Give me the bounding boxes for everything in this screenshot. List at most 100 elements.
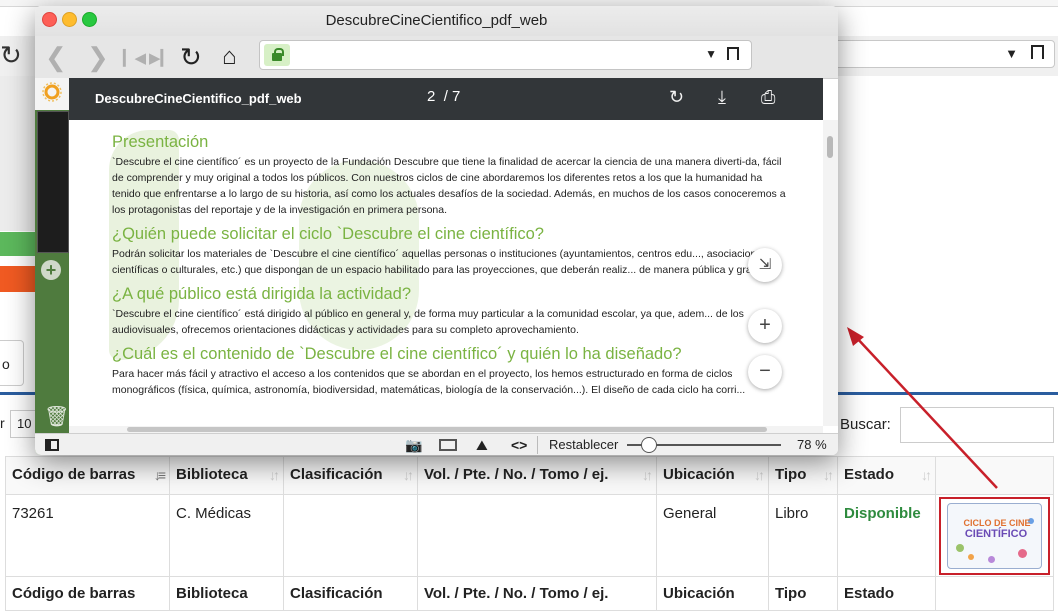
section-paragraph: `Descubre el cine científico´ es un proy…: [112, 156, 786, 216]
window-navbar: ❮ ❯ ▎◀ ▶▎ ↻ ⌂ ▼: [35, 36, 838, 79]
footer-library: Biblioteca: [169, 576, 284, 611]
background-panel: [0, 76, 37, 231]
back-icon[interactable]: ❮: [45, 42, 67, 73]
print-icon[interactable]: ⎙: [761, 87, 775, 108]
download-icon[interactable]: ⤓: [718, 87, 726, 108]
zoom-slider[interactable]: [627, 437, 781, 453]
zoom-percent: 78 %: [797, 437, 827, 452]
window-title: DescubreCineCientifico_pdf_web: [325, 12, 548, 29]
section-heading: ¿A qué público está dirigida la activida…: [112, 285, 412, 303]
cell-barcode: 73261: [5, 494, 170, 577]
sort-icon[interactable]: ↓↑: [823, 467, 834, 483]
column-header-library[interactable]: Biblioteca ↓↑: [169, 456, 284, 495]
code-icon[interactable]: <>: [511, 437, 527, 453]
page-thumbnail[interactable]: [37, 111, 69, 253]
last-page-icon[interactable]: ▶▎: [149, 49, 172, 67]
table-row: 73261 C. Médicas General Libro Disponibl…: [5, 494, 1054, 577]
page-current-input[interactable]: 2: [427, 88, 435, 105]
sort-icon[interactable]: ↓↑: [403, 467, 414, 483]
cover-dot: [1018, 549, 1027, 558]
trash-icon[interactable]: 🗑: [44, 404, 69, 429]
zoom-slider-knob[interactable]: [641, 437, 657, 453]
reload-icon[interactable]: ↻: [0, 40, 22, 71]
scrollbar-thumb[interactable]: [127, 427, 767, 432]
pdf-filename: DescubreCineCientifico_pdf_web: [95, 91, 302, 106]
section-heading: ¿Quién puede solicitar el ciclo `Descubr…: [112, 225, 544, 243]
fit-page-button[interactable]: ⇲: [748, 248, 782, 282]
column-header-type[interactable]: Tipo ↓↑: [768, 456, 838, 495]
green-button[interactable]: [0, 232, 36, 256]
cell-status: Disponible: [837, 494, 936, 577]
footer-cover: [935, 576, 1054, 611]
cell-classification: [283, 494, 418, 577]
bookmark-icon[interactable]: [727, 47, 739, 60]
zoom-in-button[interactable]: +: [748, 309, 782, 343]
sidebar-logo: [35, 78, 69, 110]
forward-icon[interactable]: ❯: [87, 42, 109, 73]
column-header-cover: [935, 456, 1054, 495]
column-header-volume[interactable]: Vol. / Pte. / No. / Tomo / ej. ↓↑: [417, 456, 657, 495]
footer-barcode: Código de barras: [5, 576, 170, 611]
scrollbar-thumb[interactable]: [827, 136, 833, 158]
search-input[interactable]: [900, 407, 1054, 443]
add-icon[interactable]: +: [41, 260, 61, 280]
lock-icon: [264, 44, 290, 66]
window-titlebar: DescubreCineCientifico_pdf_web: [35, 6, 838, 36]
dropdown-icon[interactable]: ▼: [1005, 46, 1018, 61]
dropdown-icon[interactable]: ▼: [705, 47, 717, 61]
tab-label: o: [2, 356, 10, 372]
cell-type: Libro: [768, 494, 838, 577]
orange-button[interactable]: [0, 266, 36, 292]
arrow-head: [847, 327, 864, 346]
column-header-status[interactable]: Estado ↓↑: [837, 456, 936, 495]
holdings-table: Código de barras ↓≡ Biblioteca ↓↑ Clasific…: [5, 456, 1054, 611]
pdf-page-view[interactable]: Presentación `Descubre el cine científic…: [69, 120, 823, 426]
column-header-classification[interactable]: Clasificación ↓↑: [283, 456, 418, 495]
search-label: Buscar:: [840, 416, 891, 433]
pdf-sidebar: + 🗑: [35, 78, 69, 455]
page-total: / 7: [443, 88, 461, 105]
sun-icon: [42, 82, 62, 102]
sort-icon[interactable]: ↓↑: [754, 467, 765, 483]
column-header-barcode[interactable]: Código de barras ↓≡: [5, 456, 170, 495]
horizontal-scrollbar[interactable]: [69, 426, 823, 433]
cover-dot: [956, 544, 964, 552]
viewer-bottom-bar: 📷 ⛰ <> Restablecer 78 %: [35, 433, 838, 455]
background-tab[interactable]: o: [0, 340, 24, 386]
camera-icon[interactable]: 📷: [405, 437, 422, 454]
pdf-text: Presentación `Descubre el cine científic…: [112, 132, 792, 404]
footer-status: Estado: [837, 576, 936, 611]
footer-type: Tipo: [768, 576, 838, 611]
reload-icon[interactable]: ↻: [180, 42, 202, 73]
image-icon[interactable]: ⛰: [476, 437, 488, 454]
section-paragraph: Podrán solicitar los materiales de `Desc…: [112, 248, 775, 276]
bookmark-icon[interactable]: [1031, 45, 1044, 59]
page-view-icon[interactable]: [439, 439, 457, 451]
sidebar-toggle-icon[interactable]: [45, 439, 59, 451]
cover-dot: [988, 556, 995, 563]
footer-location: Ubicación: [656, 576, 769, 611]
section-paragraph: Para hacer más fácil y atractivo el acce…: [112, 368, 746, 396]
home-icon[interactable]: ⌂: [222, 43, 237, 71]
rotate-icon[interactable]: ↻: [669, 87, 684, 108]
sort-icon[interactable]: ↓↑: [642, 467, 653, 483]
reset-zoom-button[interactable]: Restablecer: [549, 437, 618, 452]
pdf-viewer-window: DescubreCineCientifico_pdf_web ❮ ❯ ▎◀ ▶▎…: [35, 6, 838, 455]
first-page-icon[interactable]: ▎◀: [123, 49, 146, 67]
zoom-out-button[interactable]: −: [748, 355, 782, 389]
cover-thumbnail-link[interactable]: CICLO DE CINE CIENTÍFICO: [947, 503, 1042, 569]
pdf-toolbar: DescubreCineCientifico_pdf_web 2 / 7 ↻ ⤓…: [69, 78, 823, 120]
section-paragraph: `Descubre el cine científico´ está dirig…: [112, 308, 744, 336]
cell-library: C. Médicas: [169, 494, 284, 577]
vertical-scrollbar[interactable]: [823, 120, 838, 426]
cell-volume: [417, 494, 657, 577]
cover-dot: [968, 554, 974, 560]
sort-icon[interactable]: ↓↑: [921, 467, 932, 483]
sort-icon[interactable]: ↓↑: [269, 467, 280, 483]
column-header-location[interactable]: Ubicación ↓↑: [656, 456, 769, 495]
url-bar[interactable]: ▼: [259, 40, 752, 70]
footer-classification: Clasificación: [283, 576, 418, 611]
sort-icon[interactable]: ↓≡: [154, 467, 166, 483]
cover-title-line2: CIENTÍFICO: [964, 528, 1028, 540]
background-url-bar[interactable]: ▼: [830, 40, 1055, 68]
